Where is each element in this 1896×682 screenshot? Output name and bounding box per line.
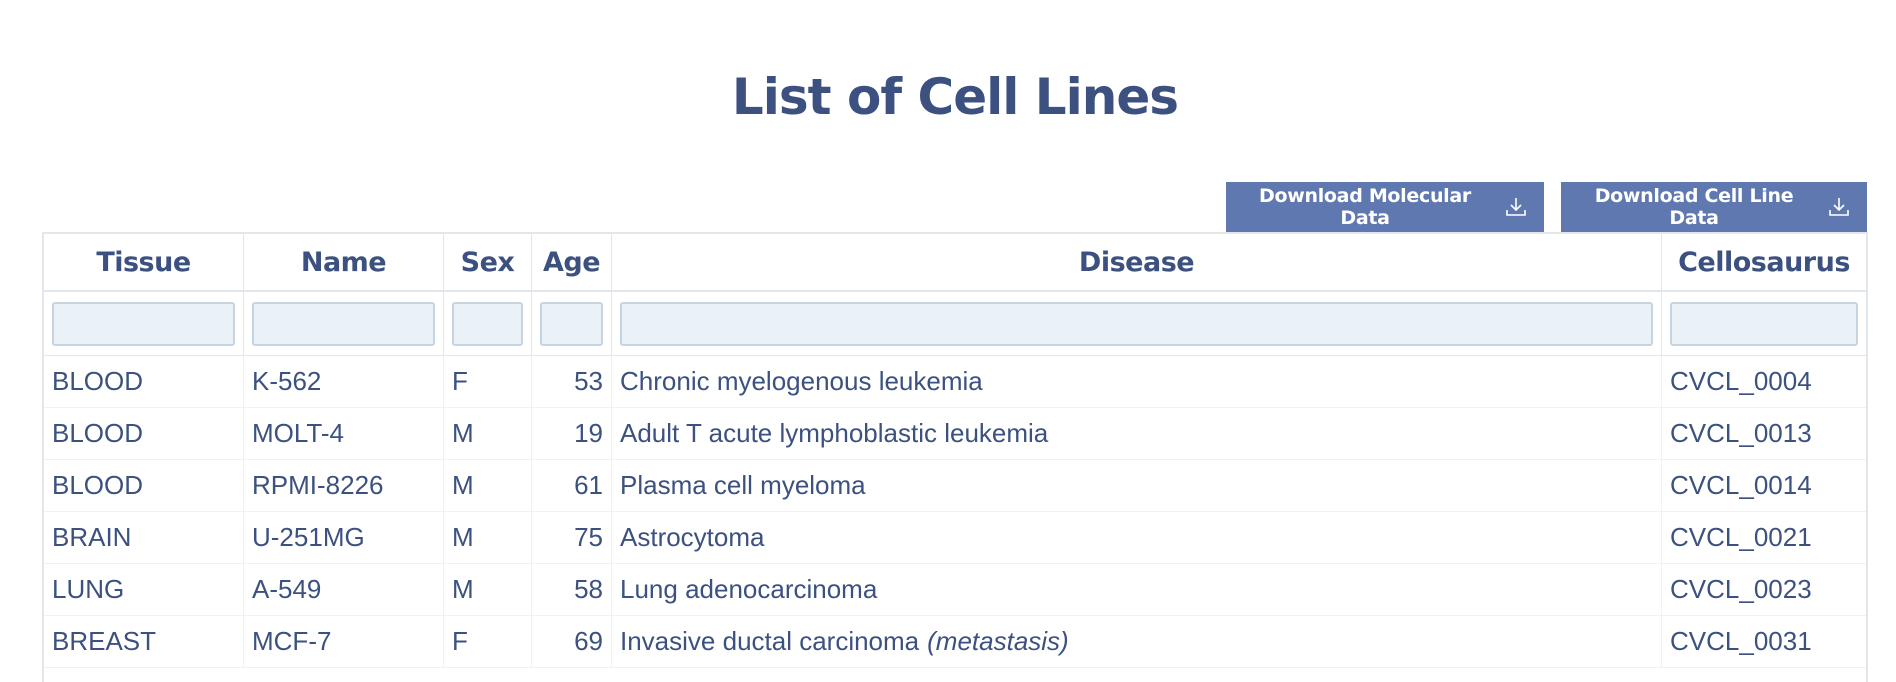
name-cell: A-549 — [244, 564, 444, 616]
cellosaurus-cell: CVCL_0031 — [1662, 616, 1866, 668]
disease-text: Chronic myelogenous leukemia — [620, 366, 983, 396]
cell-lines-table: Tissue Name Sex Age Disease Cellosaurus … — [42, 232, 1868, 682]
disease-note: (metastasis) — [927, 626, 1069, 656]
sex-cell: M — [444, 460, 532, 512]
age-cell: 19 — [532, 408, 612, 460]
cellosaurus-cell: CVCL_0023 — [1662, 564, 1866, 616]
download-molecular-data-label: Download Molecular Data — [1259, 185, 1471, 229]
column-header-age[interactable]: Age — [532, 234, 612, 292]
tissue-cell: BLOOD — [44, 460, 244, 512]
disease-text: Invasive ductal carcinoma — [620, 626, 920, 656]
disease-text: Plasma cell myeloma — [620, 470, 866, 500]
download-cell-line-data-label: Download Cell Line Data — [1594, 185, 1794, 229]
disease-cell: Astrocytoma — [612, 512, 1662, 564]
tissue-filter-input[interactable] — [52, 301, 235, 346]
age-cell: 69 — [532, 616, 612, 668]
page-title: List of Cell Lines — [731, 68, 1179, 126]
disease-text: Adult T acute lymphoblastic leukemia — [620, 418, 1049, 448]
sex-cell: M — [444, 564, 532, 616]
tissue-cell: BLOOD — [44, 356, 244, 408]
age-cell: 61 — [532, 460, 612, 512]
download-cell-line-data-button[interactable]: Download Cell Line Data — [1561, 182, 1867, 232]
name-filter-input[interactable] — [252, 301, 435, 346]
cellosaurus-cell: CVCL_0013 — [1662, 408, 1866, 460]
disease-cell: Invasive ductal carcinoma (metastasis) — [612, 616, 1662, 668]
sex-cell: F — [444, 356, 532, 408]
age-cell: 58 — [532, 564, 612, 616]
disease-cell: Chronic myelogenous leukemia — [612, 356, 1662, 408]
disease-cell: Lung adenocarcinoma — [612, 564, 1662, 616]
tissue-cell: LUNG — [44, 564, 244, 616]
table-row[interactable]: BLOOD K-562 F 53 Chronic myelogenous leu… — [44, 356, 1866, 408]
cellosaurus-cell: CVCL_0021 — [1662, 512, 1866, 564]
sex-filter-input[interactable] — [452, 301, 523, 346]
disease-text: Astrocytoma — [620, 522, 765, 552]
table-row[interactable]: BRAIN U-251MG M 75 Astrocytoma CVCL_0021 — [44, 512, 1866, 564]
column-header-tissue[interactable]: Tissue — [44, 234, 244, 292]
download-icon — [1827, 195, 1851, 219]
disease-text: Lung adenocarcinoma — [620, 574, 878, 604]
age-cell: 53 — [532, 356, 612, 408]
disease-cell: Plasma cell myeloma — [612, 460, 1662, 512]
name-cell: U-251MG — [244, 512, 444, 564]
age-filter-input[interactable] — [540, 301, 603, 346]
age-cell: 75 — [532, 512, 612, 564]
tissue-cell: BREAST — [44, 616, 244, 668]
table-row[interactable]: BLOOD RPMI-8226 M 61 Plasma cell myeloma… — [44, 460, 1866, 512]
column-header-cellosaurus[interactable]: Cellosaurus — [1662, 234, 1866, 292]
column-header-disease[interactable]: Disease — [612, 234, 1662, 292]
sex-cell: M — [444, 512, 532, 564]
cellosaurus-cell: CVCL_0004 — [1662, 356, 1866, 408]
tissue-cell: BLOOD — [44, 408, 244, 460]
table-row[interactable]: LUNG A-549 M 58 Lung adenocarcinoma CVCL… — [44, 564, 1866, 616]
table-filter-row — [44, 292, 1866, 356]
column-header-sex[interactable]: Sex — [444, 234, 532, 292]
table-row[interactable]: BREAST MCF-7 F 69 Invasive ductal carcin… — [44, 616, 1866, 668]
column-header-name[interactable]: Name — [244, 234, 444, 292]
tissue-cell: BRAIN — [44, 512, 244, 564]
table-row[interactable]: BLOOD MOLT-4 M 19 Adult T acute lymphobl… — [44, 408, 1866, 460]
name-cell: RPMI-8226 — [244, 460, 444, 512]
download-icon — [1504, 195, 1528, 219]
sex-cell: M — [444, 408, 532, 460]
cellosaurus-filter-input[interactable] — [1670, 301, 1858, 346]
name-cell: K-562 — [244, 356, 444, 408]
sex-cell: F — [444, 616, 532, 668]
disease-filter-input[interactable] — [620, 301, 1653, 346]
cellosaurus-cell: CVCL_0014 — [1662, 460, 1866, 512]
download-molecular-data-button[interactable]: Download Molecular Data — [1226, 182, 1544, 232]
name-cell: MCF-7 — [244, 616, 444, 668]
disease-cell: Adult T acute lymphoblastic leukemia — [612, 408, 1662, 460]
table-header-row: Tissue Name Sex Age Disease Cellosaurus — [44, 234, 1866, 292]
name-cell: MOLT-4 — [244, 408, 444, 460]
